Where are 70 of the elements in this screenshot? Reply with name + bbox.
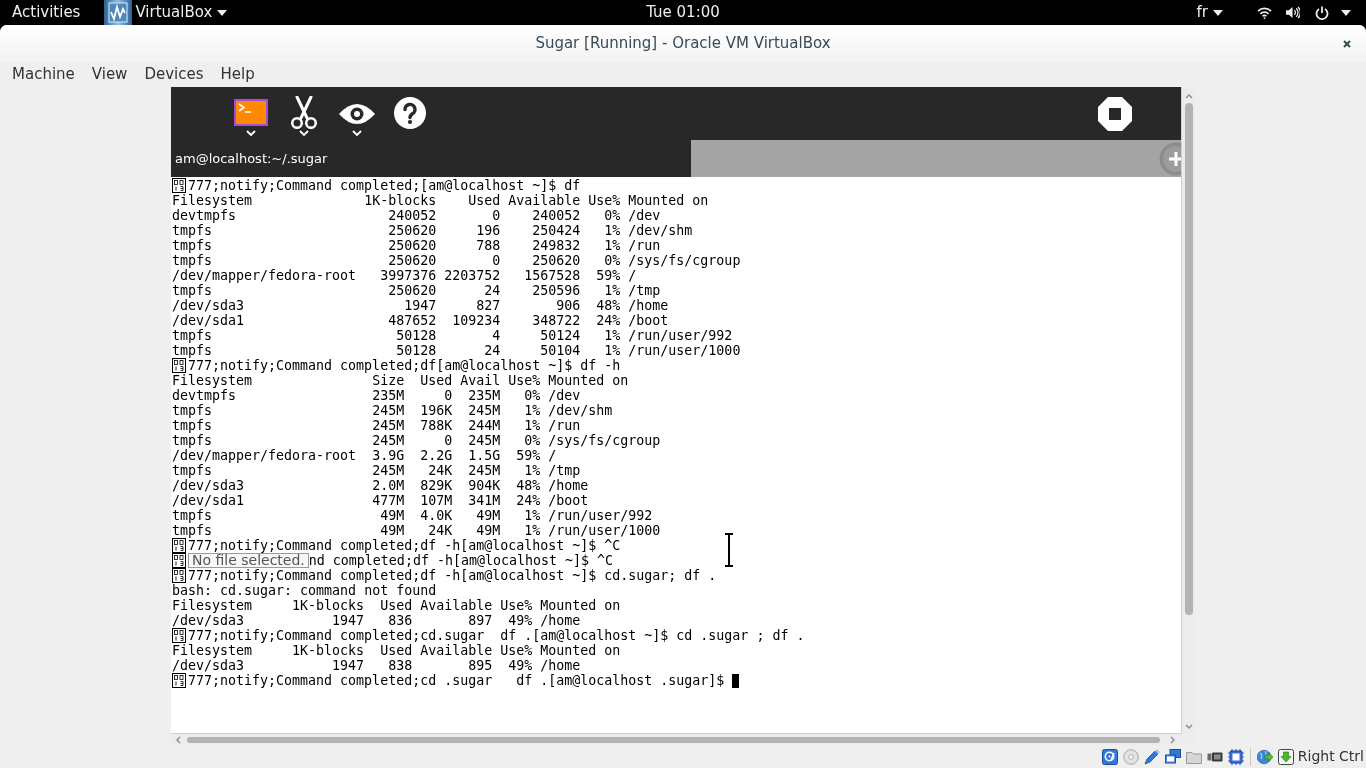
eye-icon[interactable] <box>337 103 376 125</box>
terminal-tab[interactable]: am@localhost:~/.sugar <box>171 140 691 177</box>
clock[interactable]: Tue 01:00 <box>646 0 720 25</box>
terminal-line: devtmpfs 235M 0 235M 0% /dev <box>172 388 581 403</box>
terminal-line: /dev/mapper/fedora-root 3.9G 2.2G 1.5G 59% / <box>172 448 557 463</box>
terminal-line: tmpfs 49M 4.0K 49M 1% /run/user/992 <box>172 508 653 523</box>
terminal-icon[interactable] <box>233 99 268 126</box>
chip-icon[interactable] <box>1227 748 1244 765</box>
terminal-line: tmpfs 245M 24K 245M 1% /tmp <box>172 463 581 478</box>
terminal-line: tmpfs 250620 24 250596 1% /tmp <box>172 283 661 298</box>
menu-item[interactable]: Help <box>220 62 255 87</box>
arrow-down-box-icon[interactable] <box>1277 748 1294 765</box>
terminal-line: /dev/sda1 477M 107M 341M 24% /boot <box>172 493 589 508</box>
terminal-line: tmpfs 245M 0 245M 0% /sys/fs/cgroup <box>172 433 661 448</box>
host-key-label: Right Ctrl <box>1297 747 1364 766</box>
close-icon[interactable] <box>1343 40 1351 48</box>
terminal-line: 777;notify;Command completed;df[am@localhost ~]$ df -h <box>188 358 621 373</box>
menu-item[interactable]: View <box>91 62 128 87</box>
terminal-line: /dev/sda3 1947 827 906 48% /home <box>172 298 669 313</box>
terminal-line: 777;notify;Command completed;df -h[am@localhost ~]$ cd.sugar; df . <box>188 568 717 583</box>
terminal-line: tmpfs 50128 4 50124 1% /run/user/992 <box>172 328 733 343</box>
caret-icon[interactable] <box>1341 9 1351 16</box>
terminal-line: bash: cd.sugar: command not found <box>172 583 437 598</box>
terminal-line: 777;notify;Command completed;[am@localhost ~]$ df <box>188 178 581 193</box>
globe-arrow-icon[interactable] <box>1256 748 1273 765</box>
terminal-line: Filesystem Size Used Avail Use% Mounted on <box>172 373 629 388</box>
terminal-line: tmpfs 49M 24K 49M 1% /run/user/1000 <box>172 523 661 538</box>
terminal-line: /dev/sda1 487652 109234 348722 24% /boot <box>172 313 669 328</box>
ibeam-pointer-icon <box>724 533 734 567</box>
menu-item[interactable]: Devices <box>144 62 204 87</box>
terminal-line: Filesystem 1K-blocks Used Available Use% Mounted on <box>172 193 709 208</box>
terminal-line: Filesystem 1K-blocks Used Available Use% Mounted on <box>172 643 621 658</box>
wifi-icon[interactable] <box>1257 6 1272 19</box>
terminal-line: Filesystem 1K-blocks Used Available Use% Mounted on <box>172 598 621 613</box>
terminal-line: /dev/sda3 1947 838 895 49% /home <box>172 658 581 673</box>
scrollbar-thumb[interactable] <box>187 736 1160 743</box>
keyboard-layout-button[interactable]: fr <box>1196 0 1223 25</box>
app-menu-button[interactable]: VirtualBox <box>104 0 228 25</box>
scrollbar-thumb[interactable] <box>1184 103 1193 615</box>
help-icon[interactable] <box>393 97 426 129</box>
monitors-icon[interactable] <box>1164 748 1181 765</box>
caret-icon <box>217 9 228 16</box>
terminal-line: /dev/mapper/fedora-root 3997376 2203752 1567528 59% / <box>172 268 637 283</box>
terminal-line: /dev/sda3 1947 836 897 49% /home <box>172 613 581 628</box>
terminal-line: nd completed;df -h[am@localhost ~]$ ^C <box>308 553 614 568</box>
tooltip: No file selected. <box>188 553 309 568</box>
terminal-line: 777;notify;Command completed;cd.sugar df .[am@localhost ~]$ cd .sugar ; df . <box>188 628 805 643</box>
terminal-line: devtmpfs 240052 0 240052 0% /dev <box>172 208 661 223</box>
window-title: Sugar [Running] - Oracle VM VirtualBox <box>535 33 831 55</box>
terminal-line: tmpfs 250620 196 250424 1% /dev/shm <box>172 223 693 238</box>
stop-icon[interactable] <box>1097 96 1132 131</box>
caret-icon[interactable] <box>351 130 362 136</box>
terminal-line: tmpfs 250620 0 250620 0% /sys/fs/cgroup <box>172 253 741 268</box>
pen-icon[interactable] <box>1143 748 1160 765</box>
app-icon <box>104 0 133 25</box>
volume-icon[interactable] <box>1286 6 1300 19</box>
menu-item[interactable]: Machine <box>12 62 75 87</box>
scissors-icon[interactable] <box>289 96 318 129</box>
caret-icon <box>1213 9 1223 16</box>
caret-icon[interactable] <box>245 130 256 136</box>
terminal-line: /dev/sda3 2.0M 829K 904K 48% /home <box>172 478 589 493</box>
terminal-line: 777;notify;Command completed;cd .sugar df .[am@localhost .sugar]$ <box>188 673 725 688</box>
terminal-line: tmpfs 245M 788K 244M 1% /run <box>172 418 581 433</box>
terminal-line: tmpfs 245M 196K 245M 1% /dev/shm <box>172 403 613 418</box>
terminal-line: 777;notify;Command completed;df -h[am@localhost ~]$ ^C <box>188 538 621 553</box>
power-icon[interactable] <box>1315 5 1329 20</box>
activities-button[interactable]: Activities <box>12 0 81 25</box>
terminal-line: tmpfs 50128 24 50104 1% /run/user/1000 <box>172 343 741 358</box>
caret-icon[interactable] <box>298 130 309 136</box>
terminal-line: tmpfs 250620 788 249832 1% /run <box>172 238 661 253</box>
